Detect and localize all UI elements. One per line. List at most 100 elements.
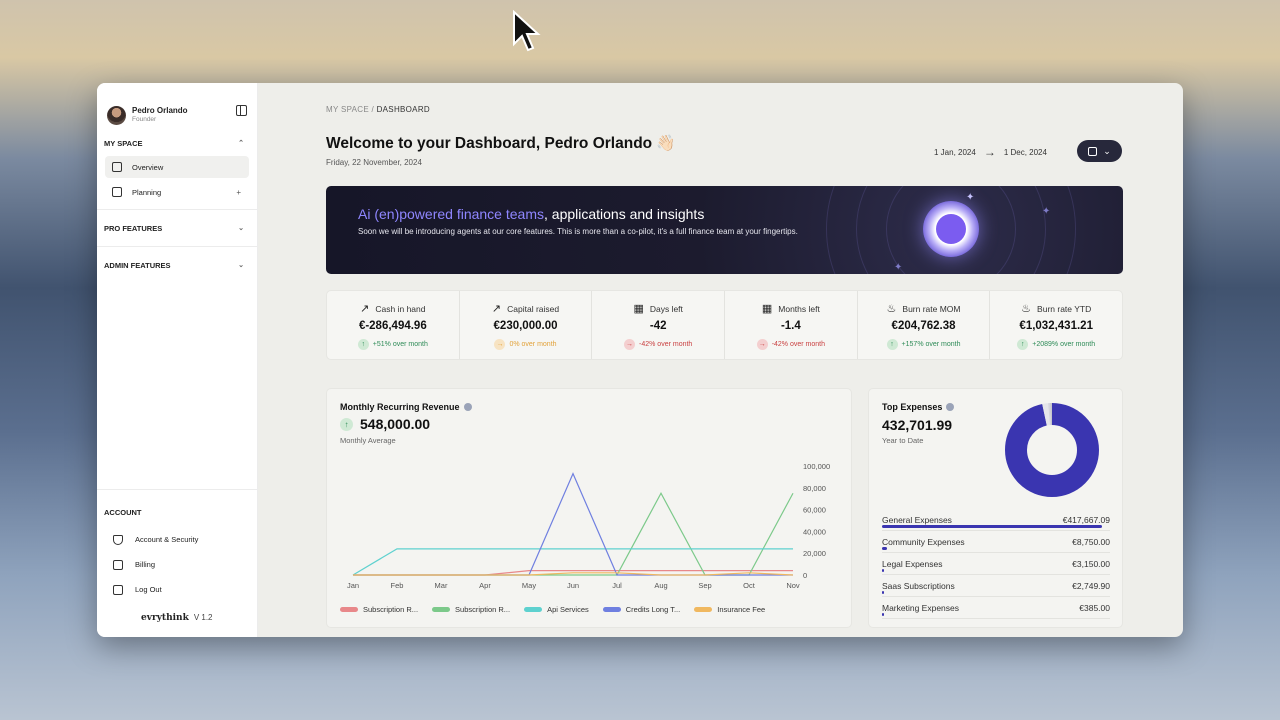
- x-tick-label: Jul: [612, 581, 622, 590]
- expenses-subtitle: Year to Date: [882, 436, 924, 445]
- date-range: 1 Jan, 2024 → 1 Dec, 2024: [934, 145, 1047, 159]
- date-picker-button[interactable]: ⌄: [1077, 140, 1122, 162]
- expense-row[interactable]: General Expenses €417,667.09: [882, 509, 1110, 531]
- legend-label: Subscription R...: [455, 605, 511, 614]
- expense-share-bar: [882, 613, 885, 616]
- user-profile[interactable]: Pedro Orlando Founder: [97, 83, 257, 129]
- avatar: [107, 105, 126, 125]
- sidebar-item-planning[interactable]: Planning +: [105, 181, 249, 203]
- x-tick-label: Jan: [347, 581, 359, 590]
- section-account: ACCOUNT: [97, 505, 257, 519]
- expenses-title-row: Top Expenses: [882, 402, 955, 412]
- expense-value: €2,749.90: [1072, 580, 1110, 591]
- section-admin-features[interactable]: ADMIN FEATURES ⌄: [97, 253, 257, 277]
- stat-label: Capital raised: [507, 303, 560, 314]
- legend-item[interactable]: Api Services: [524, 605, 589, 614]
- expense-row[interactable]: Community Expenses €8,750.00: [882, 531, 1110, 553]
- y-tick-label: 60,000: [803, 506, 826, 515]
- stat-label-row: ▦ Months left: [725, 302, 857, 315]
- trend-up-icon: ↗: [491, 303, 502, 315]
- range-start: 1 Jan, 2024: [934, 147, 976, 157]
- series-line-3[interactable]: [353, 472, 793, 576]
- expense-share-bar: [882, 547, 887, 550]
- expense-row[interactable]: Saas Subscriptions €2,749.90: [882, 575, 1110, 597]
- mrr-line-chart: 100,000 80,000 60,000 40,000 20,000 0 Jan Feb Ma…: [347, 462, 830, 590]
- user-name: Pedro Orlando: [132, 106, 188, 115]
- trend-badge-icon: →: [624, 339, 636, 350]
- banner-text: Soon we will be introducing agents at ou…: [358, 227, 798, 236]
- stat-change-text: 0% over month: [509, 341, 557, 348]
- legend-item[interactable]: Credits Long T...: [602, 605, 680, 614]
- legend-item[interactable]: Subscription R...: [432, 605, 510, 614]
- trend-badge-icon: →: [756, 339, 768, 350]
- section-label: MY SPACE: [104, 138, 143, 148]
- expenses-title: Top Expenses: [882, 402, 943, 412]
- x-tick-label: Aug: [654, 581, 667, 590]
- legend-swatch: [340, 607, 358, 612]
- arrow-right-icon: →: [983, 145, 996, 159]
- legend-item[interactable]: Insurance Fee: [694, 605, 765, 614]
- expense-value: €3,150.00: [1072, 558, 1110, 569]
- stat-value: €230,000.00: [493, 320, 558, 332]
- user-role: Founder: [132, 116, 157, 123]
- stat-value: €204,762.38: [891, 320, 956, 332]
- expense-label: Legal Expenses: [882, 558, 943, 569]
- series-line-1[interactable]: [353, 491, 794, 576]
- chevron-up-icon: ⌃: [238, 140, 244, 147]
- stat-change: ↑ +157% over month: [858, 339, 990, 350]
- trend-up-icon: ↗: [360, 303, 370, 315]
- breadcrumb: MY SPACE / DASHBOARD: [326, 105, 430, 114]
- banner-title-rest: , applications and insights: [544, 206, 705, 222]
- flame-icon: ♨: [886, 303, 897, 315]
- trend-badge-icon: ↑: [886, 339, 898, 350]
- y-tick-label: 0: [803, 571, 807, 580]
- x-tick-label: Sep: [698, 581, 711, 590]
- stat-change: ↑ +51% over month: [327, 339, 459, 350]
- banner-title: Ai (en)powered finance teams, applicatio…: [358, 206, 704, 222]
- legend-label: Api Services: [547, 605, 589, 614]
- legend-label: Subscription R...: [363, 605, 419, 614]
- stat-card: ♨ Burn rate YTD €1,032,431.21 ↑ +2089% over …: [990, 291, 1122, 359]
- expense-label: Marketing Expenses: [882, 602, 960, 613]
- sidebar-item-logout[interactable]: Log Out: [97, 577, 257, 602]
- divider: [97, 246, 257, 247]
- stat-change-text: +2089% over month: [1032, 341, 1096, 348]
- sidebar-item-label: Account & Security: [135, 535, 199, 544]
- expense-share-bar: [882, 591, 885, 594]
- expense-row[interactable]: Marketing Expenses €385.00: [882, 597, 1110, 619]
- x-tick-label: Mar: [435, 581, 448, 590]
- expenses-donut-chart: [1005, 403, 1099, 497]
- legend-item[interactable]: Subscription R...: [340, 605, 418, 614]
- sidebar-toggle-icon[interactable]: [236, 105, 247, 116]
- sidebar-item-label: Log Out: [135, 585, 162, 594]
- planning-icon: [112, 187, 122, 197]
- section-pro-features[interactable]: PRO FEATURES ⌄: [97, 216, 257, 240]
- shield-icon: [113, 534, 123, 545]
- sidebar-item-account-security[interactable]: Account & Security: [97, 527, 257, 552]
- trend-badge-icon: ↑: [357, 339, 369, 350]
- sidebar-item-billing[interactable]: Billing: [97, 552, 257, 577]
- sidebar-item-label: Overview: [132, 162, 164, 172]
- expense-share-bar: [882, 569, 885, 572]
- stat-change: ↑ +2089% over month: [990, 339, 1122, 350]
- stat-change: → -42% over month: [725, 339, 857, 350]
- ai-banner: Ai (en)powered finance teams, applicatio…: [326, 186, 1123, 274]
- divider: [97, 209, 257, 210]
- breadcrumb-root[interactable]: MY SPACE: [326, 105, 369, 114]
- x-tick-label: Oct: [743, 581, 756, 590]
- x-tick-label: Nov: [786, 581, 800, 590]
- sidebar-item-overview[interactable]: Overview: [105, 156, 249, 178]
- expense-value: €8,750.00: [1072, 536, 1110, 547]
- y-tick-label: 40,000: [803, 527, 826, 536]
- section-my-space[interactable]: MY SPACE ⌃: [97, 136, 257, 150]
- expense-row[interactable]: Legal Expenses €3,150.00: [882, 553, 1110, 575]
- calendar-icon: ▦: [761, 303, 773, 315]
- info-icon[interactable]: [946, 403, 955, 411]
- logout-icon: [113, 584, 123, 595]
- y-tick-label: 100,000: [803, 462, 830, 471]
- expense-label: General Expenses: [882, 514, 952, 525]
- brand-logo: evrythink V 1.2: [141, 613, 213, 623]
- expenses-card: Top Expenses 432,701.99 Year to Date Gen…: [868, 388, 1123, 628]
- stat-label: Burn rate MOM: [902, 303, 961, 314]
- plus-icon[interactable]: +: [236, 188, 241, 197]
